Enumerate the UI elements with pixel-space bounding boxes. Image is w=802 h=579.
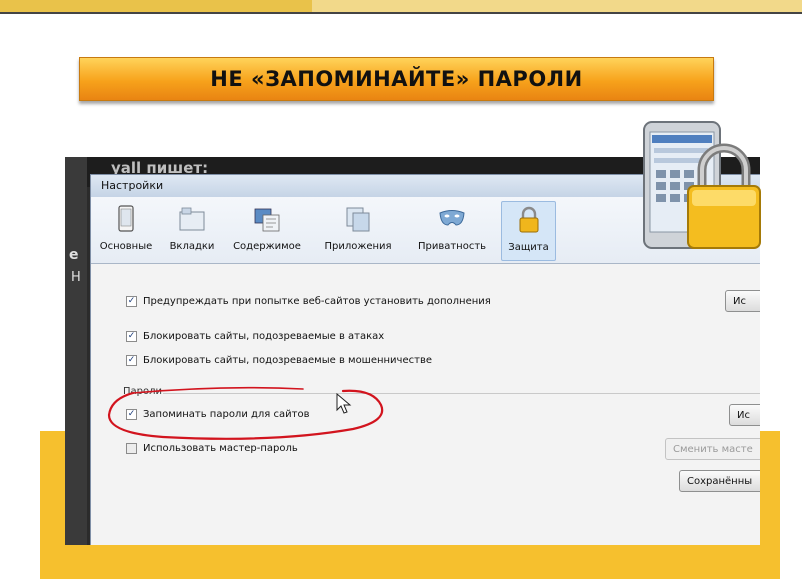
- content-icon: [254, 208, 280, 232]
- background-window-side: [65, 157, 87, 545]
- background-window-letter: е: [69, 247, 79, 263]
- saved-passwords-button[interactable]: Сохранённы: [679, 470, 760, 492]
- slide-title: НЕ «ЗАПОМИНАЙТЕ» ПАРОЛИ: [210, 67, 583, 91]
- slide-title-banner: НЕ «ЗАПОМИНАЙТЕ» ПАРОЛИ: [79, 57, 714, 101]
- mask-icon: [439, 210, 465, 226]
- background-window-letter: Н: [71, 270, 81, 285]
- dialog-title: Настройки: [101, 179, 164, 192]
- warn-addons-row[interactable]: ✓ Предупреждать при попытке веб-сайтов у…: [126, 296, 491, 307]
- tab-label: Основные: [99, 241, 153, 252]
- tab-label: Вкладки: [169, 241, 215, 252]
- phone-icon: [118, 205, 134, 232]
- change-master-password-button[interactable]: Сменить масте: [665, 438, 760, 460]
- block-attack-checkbox[interactable]: ✓: [126, 331, 137, 342]
- tabs-icon: [179, 207, 205, 231]
- block-fraud-checkbox[interactable]: ✓: [126, 355, 137, 366]
- warn-addons-checkbox[interactable]: ✓: [126, 296, 137, 307]
- tab-label: Приватность: [417, 241, 487, 252]
- master-password-row[interactable]: Использовать мастер-пароль: [126, 443, 298, 454]
- tab-tabs[interactable]: Вкладки: [163, 201, 221, 261]
- exceptions-button[interactable]: Ис: [725, 290, 760, 312]
- tab-applications[interactable]: Приложения: [315, 201, 401, 261]
- block-attack-row[interactable]: ✓ Блокировать сайты, подозреваемые в ата…: [126, 331, 384, 342]
- tab-privacy[interactable]: Приватность: [409, 201, 495, 261]
- block-fraud-label: Блокировать сайты, подозреваемые в мошен…: [143, 355, 432, 366]
- master-password-label: Использовать мастер-пароль: [143, 443, 298, 454]
- padlock-icon: [519, 206, 539, 233]
- block-attack-label: Блокировать сайты, подозреваемые в атака…: [143, 331, 385, 342]
- tab-content[interactable]: Содержимое: [227, 201, 307, 261]
- padlock-phone-illustration: [643, 121, 761, 249]
- mouse-cursor-icon: [336, 393, 352, 414]
- header-rule: [0, 12, 802, 14]
- tab-label: Содержимое: [233, 241, 301, 252]
- top-decoration-accent: [0, 0, 312, 12]
- warn-addons-label: Предупреждать при попытке веб-сайтов уст…: [143, 296, 491, 307]
- tab-general[interactable]: Основные: [95, 201, 157, 261]
- tab-label: Приложения: [324, 241, 392, 252]
- master-password-checkbox[interactable]: [126, 443, 137, 454]
- tab-security[interactable]: Защита: [501, 201, 556, 261]
- applications-icon: [346, 207, 370, 232]
- tab-label: Защита: [508, 242, 549, 253]
- password-exceptions-button[interactable]: Ис: [729, 404, 760, 426]
- block-fraud-row[interactable]: ✓ Блокировать сайты, подозреваемые в мош…: [126, 355, 432, 366]
